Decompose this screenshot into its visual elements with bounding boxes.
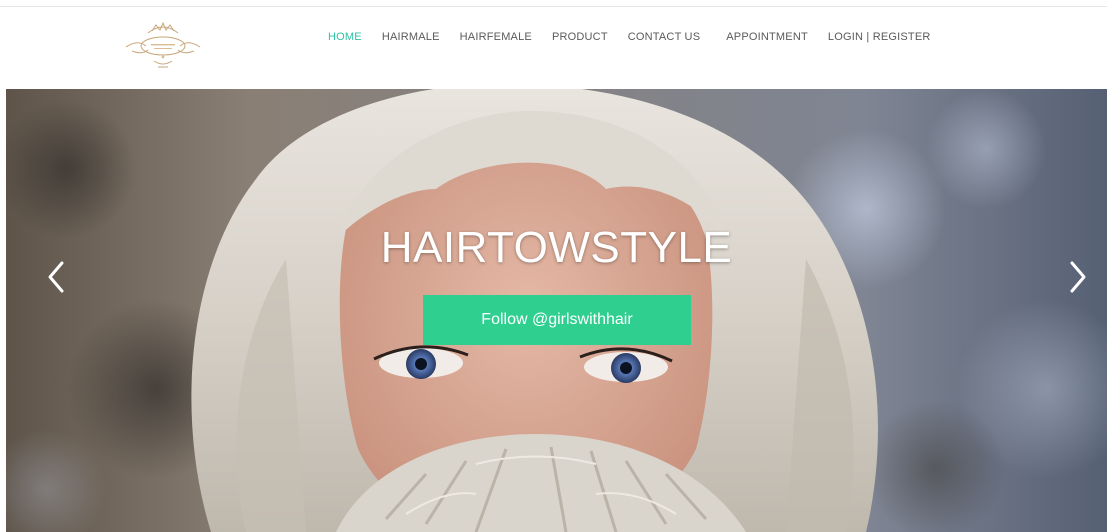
nav-item-product[interactable]: PRODUCT (552, 31, 608, 43)
follow-button[interactable]: Follow @girlswithhair (423, 295, 691, 345)
nav-item-hairfemale[interactable]: HAIRFEMALE (460, 31, 532, 43)
nav-item-login-register[interactable]: LOGIN | REGISTER (828, 31, 931, 43)
hero-title: HAIRTOWSTYLE (380, 223, 733, 272)
page: HOME HAIRMALE HAIRFEMALE PRODUCT CONTACT… (0, 0, 1107, 532)
chevron-right-icon (1070, 261, 1086, 293)
hero-carousel: HAIRTOWSTYLE Follow @girlswithhair (6, 89, 1107, 532)
nav-item-appointment[interactable]: APPOINTMENT (726, 31, 808, 43)
chevron-left-icon (48, 261, 64, 293)
main-nav: HOME HAIRMALE HAIRFEMALE PRODUCT CONTACT… (328, 27, 931, 47)
carousel-next-button[interactable] (1064, 257, 1092, 297)
nav-item-hairmale[interactable]: HAIRMALE (382, 31, 440, 43)
salon-crest-logo-icon (125, 21, 201, 68)
nav-item-home[interactable]: HOME (328, 31, 362, 43)
site-header: HOME HAIRMALE HAIRFEMALE PRODUCT CONTACT… (0, 7, 1107, 89)
nav-item-contact-us[interactable]: CONTACT US (628, 31, 701, 43)
site-logo[interactable] (118, 17, 208, 75)
carousel-prev-button[interactable] (42, 257, 70, 297)
